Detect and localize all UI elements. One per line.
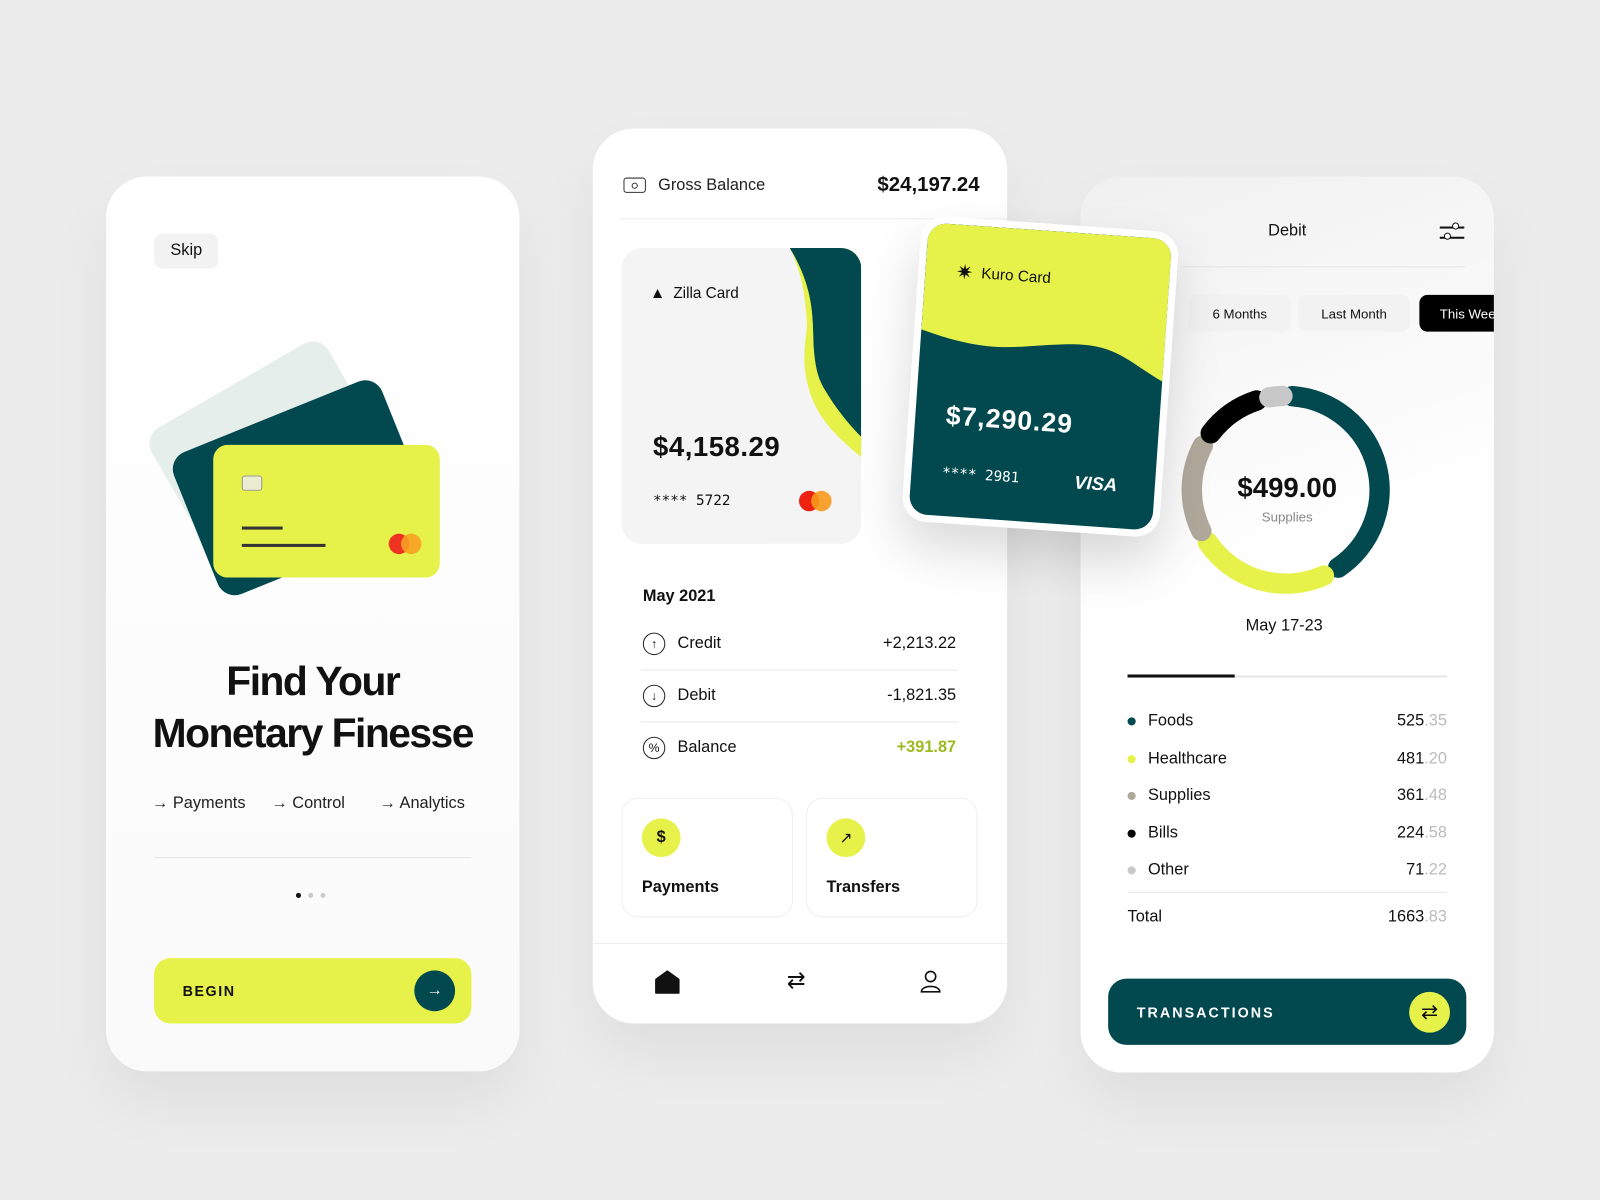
debit-row[interactable]: ↓ Debit -1,821.35 — [642, 670, 957, 721]
category-value: 224.58 — [1396, 823, 1447, 842]
category-dot — [1127, 866, 1136, 875]
tab-this-week[interactable]: This Week — [1419, 294, 1494, 332]
total-label: Total — [1127, 908, 1163, 926]
page-indicator[interactable] — [295, 892, 326, 898]
profile-icon — [920, 970, 941, 993]
category-value: 71.22 — [1406, 861, 1447, 879]
zilla-card-balance: $4,158.29 — [653, 431, 781, 463]
feature-payments: Payments — [172, 794, 246, 813]
begin-label: BEGIN — [182, 982, 236, 999]
donut-segment-other — [1259, 385, 1293, 408]
category-name: Healthcare — [1147, 749, 1227, 767]
payments-button[interactable]: $ Payments — [621, 797, 793, 918]
category-row[interactable]: Supplies 361.48 — [1127, 778, 1447, 815]
credit-row[interactable]: ↑ Credit +2,213.22 — [642, 618, 957, 669]
balance-row[interactable]: % Balance +391.87 — [642, 722, 957, 773]
transactions-label: TRANSACTIONS — [1136, 1003, 1275, 1020]
category-name: Bills — [1147, 823, 1178, 842]
divider — [154, 857, 472, 859]
transactions-button[interactable]: TRANSACTIONS ⇄ — [1108, 978, 1467, 1045]
category-row[interactable]: Bills 224.58 — [1127, 815, 1447, 852]
payments-label: Payments — [641, 878, 719, 896]
row-value: +391.87 — [896, 738, 957, 757]
zilla-card[interactable]: ▲ Zilla Card $4,158.29 **** 5722 — [621, 247, 862, 544]
transfers-label: Transfers — [826, 878, 901, 896]
headline-line1: Find Your — [226, 659, 400, 705]
transfer-icon: ⇄ — [1409, 991, 1450, 1033]
arrow-right-icon: → — [414, 970, 456, 1012]
row-label: Debit — [677, 686, 716, 705]
feature-control: Control — [292, 794, 345, 813]
wallet-icon — [623, 177, 646, 193]
row-label: Credit — [677, 634, 722, 653]
filter-icon[interactable] — [1439, 221, 1467, 241]
row-value: -1,821.35 — [887, 686, 957, 705]
row-label: Balance — [677, 738, 737, 757]
arrow-down-circle-icon: ↓ — [642, 684, 666, 708]
category-row[interactable]: Foods 525.35 — [1127, 703, 1447, 740]
category-value: 481.20 — [1396, 749, 1447, 767]
category-value: 525.35 — [1396, 712, 1447, 730]
dollar-icon: $ — [641, 818, 681, 858]
nav-transfers[interactable]: ⇄ — [787, 967, 806, 994]
category-dot — [1127, 829, 1136, 838]
skip-button[interactable]: Skip — [154, 233, 219, 269]
total-row: Total 1663.83 — [1128, 899, 1447, 936]
month-label: May 2021 — [642, 587, 716, 606]
scroll-indicator[interactable] — [1127, 674, 1447, 678]
category-name: Other — [1147, 861, 1189, 879]
donut-segment-healthcare — [1197, 532, 1335, 594]
category-row[interactable]: Other 71.22 — [1127, 852, 1447, 889]
category-name: Foods — [1147, 712, 1194, 730]
kuro-card[interactable]: ✷ Kuro Card $7,290.29 **** 2981 VISA — [900, 214, 1180, 539]
nav-home[interactable] — [654, 969, 681, 999]
transfer-icon: ⇄ — [786, 967, 806, 993]
nav-profile[interactable] — [919, 969, 941, 999]
category-dot — [1127, 754, 1136, 763]
visa-logo: VISA — [1073, 472, 1118, 496]
onboarding-screen: Skip Find Your Monetary Finesse → Paymen… — [106, 176, 520, 1072]
begin-button[interactable]: BEGIN → — [154, 958, 472, 1024]
arrow-up-circle-icon: ↑ — [642, 632, 666, 656]
zilla-logo-icon: ▲ — [649, 284, 666, 303]
donut-segment-bills — [1200, 390, 1267, 444]
chip-icon — [241, 475, 263, 491]
arrow-up-right-icon: ↗ — [826, 818, 866, 858]
percent-circle-icon: % — [642, 736, 666, 760]
category-name: Supplies — [1147, 786, 1211, 805]
category-value: 361.48 — [1396, 786, 1447, 805]
mastercard-icon — [798, 490, 832, 512]
zilla-card-name: Zilla Card — [673, 284, 739, 303]
headline-line2: Monetary Finesse — [152, 711, 475, 757]
kuro-logo-icon: ✷ — [955, 261, 974, 285]
category-dot — [1127, 791, 1136, 800]
tab-last-month[interactable]: Last Month — [1297, 294, 1411, 332]
gross-balance-value: $24,197.24 — [877, 173, 980, 196]
category-dot — [1127, 717, 1136, 726]
row-value: +2,213.22 — [883, 634, 957, 653]
tab-6-months[interactable]: 6 Months — [1188, 294, 1291, 332]
home-icon — [655, 970, 680, 994]
zilla-card-number: **** 5722 — [653, 492, 731, 510]
category-row[interactable]: Healthcare 481.20 — [1127, 740, 1447, 777]
feature-analytics: Analytics — [399, 794, 465, 813]
date-range: May 17-23 — [1245, 617, 1323, 635]
total-value: 1663.83 — [1387, 908, 1447, 926]
transfers-button[interactable]: ↗ Transfers — [806, 797, 978, 918]
kuro-card-name: Kuro Card — [980, 265, 1052, 288]
gross-balance-label: Gross Balance — [658, 176, 766, 194]
